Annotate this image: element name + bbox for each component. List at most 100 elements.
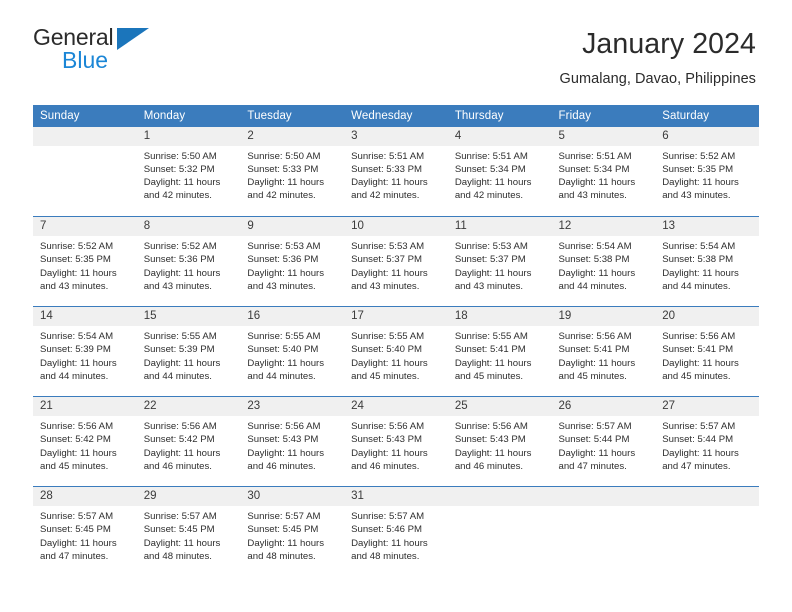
calendar-day-cell[interactable]: 17 Sunrise: 5:55 AM Sunset: 5:40 PM Dayligh… — [344, 306, 448, 397]
calendar-day-cell[interactable]: 8 Sunrise: 5:52 AM Sunset: 5:36 PM Daylight… — [136, 216, 241, 307]
sunrise-text: Sunrise: 5:53 AM — [247, 241, 321, 253]
day-sun-info: Sunrise: 5:56 AM Sunset: 5:41 PM Daylight:… — [552, 326, 656, 383]
logo-text-blue: Blue — [62, 47, 109, 73]
general-blue-logo: General Blue — [33, 26, 163, 82]
calendar-day-cell[interactable]: 16 Sunrise: 5:55 AM Sunset: 5:40 PM Dayligh… — [240, 306, 345, 397]
daylight-text-line1: Daylight: 11 hours — [351, 447, 428, 459]
day-sun-info: Sunrise: 5:55 AM Sunset: 5:41 PM Daylight:… — [448, 326, 552, 383]
calendar-cell-empty — [551, 486, 656, 577]
sunset-text: Sunset: 5:41 PM — [454, 344, 526, 356]
calendar-day-cell[interactable]: 10 Sunrise: 5:53 AM Sunset: 5:37 PM Dayligh… — [344, 216, 448, 307]
calendar-day-cell[interactable]: 20 Sunrise: 5:56 AM Sunset: 5:41 PM Dayligh… — [655, 306, 759, 397]
calendar-day-cell[interactable]: 5 Sunrise: 5:51 AM Sunset: 5:34 PM Daylight… — [551, 126, 656, 217]
calendar-day-cell[interactable]: 24 Sunrise: 5:56 AM Sunset: 5:43 PM Dayligh… — [344, 396, 448, 487]
day-number: 19 — [551, 307, 656, 327]
daylight-text-line1: Daylight: 11 hours — [40, 447, 117, 459]
calendar-day-cell[interactable]: 22 Sunrise: 5:56 AM Sunset: 5:42 PM Dayligh… — [136, 396, 241, 487]
day-sun-info: Sunrise: 5:52 AM Sunset: 5:35 PM Daylight:… — [33, 236, 137, 293]
calendar-day-cell[interactable]: 13 Sunrise: 5:54 AM Sunset: 5:38 PM Dayligh… — [655, 216, 759, 307]
daylight-text-line1: Daylight: 11 hours — [143, 447, 221, 459]
daylight-text-line2: and 43 minutes. — [247, 280, 316, 292]
calendar-day-cell[interactable]: 7 Sunrise: 5:52 AM Sunset: 5:35 PM Daylight… — [33, 216, 137, 307]
calendar-day-cell[interactable]: 14 Sunrise: 5:54 AM Sunset: 5:39 PM Dayligh… — [33, 306, 137, 397]
day-number — [33, 126, 137, 146]
sunrise-text: Sunrise: 5:52 AM — [662, 150, 736, 162]
sunset-text: Sunset: 5:32 PM — [143, 163, 215, 175]
daylight-text-line2: and 44 minutes. — [40, 370, 109, 382]
daylight-text-line1: Daylight: 11 hours — [558, 447, 636, 459]
weekday-header-saturday: Saturday — [655, 104, 759, 127]
calendar-day-cell[interactable]: 30 Sunrise: 5:57 AM Sunset: 5:45 PM Dayligh… — [240, 486, 345, 577]
calendar-day-cell[interactable]: 31 Sunrise: 5:57 AM Sunset: 5:46 PM Dayligh… — [344, 486, 448, 577]
day-sun-info: Sunrise: 5:50 AM Sunset: 5:33 PM Daylight:… — [240, 146, 344, 203]
sunrise-text: Sunrise: 5:57 AM — [143, 511, 217, 523]
daylight-text-line2: and 46 minutes. — [454, 460, 524, 472]
calendar-day-cell[interactable]: 21 Sunrise: 5:56 AM Sunset: 5:42 PM Dayligh… — [33, 396, 137, 487]
daylight-text-line2: and 48 minutes. — [351, 550, 420, 562]
day-sun-info: Sunrise: 5:56 AM Sunset: 5:43 PM Daylight:… — [448, 416, 552, 473]
sunrise-text: Sunrise: 5:55 AM — [247, 331, 321, 343]
weekday-header-thursday: Thursday — [447, 104, 552, 127]
sunset-text: Sunset: 5:42 PM — [40, 434, 111, 446]
calendar-day-cell[interactable]: 29 Sunrise: 5:57 AM Sunset: 5:45 PM Dayligh… — [136, 486, 241, 577]
weekday-header-tuesday: Tuesday — [240, 104, 345, 127]
daylight-text-line1: Daylight: 11 hours — [454, 447, 532, 459]
day-number: 7 — [33, 217, 137, 237]
day-sun-info: Sunrise: 5:51 AM Sunset: 5:34 PM Daylight:… — [552, 146, 656, 203]
calendar-week-row: 14 Sunrise: 5:54 AM Sunset: 5:39 PM Dayligh… — [33, 306, 759, 397]
calendar-day-cell[interactable]: 11 Sunrise: 5:53 AM Sunset: 5:37 PM Dayligh… — [447, 216, 552, 307]
calendar-day-cell[interactable]: 23 Sunrise: 5:56 AM Sunset: 5:43 PM Dayligh… — [240, 396, 345, 487]
sunrise-text: Sunrise: 5:51 AM — [558, 150, 632, 162]
daylight-text-line2: and 45 minutes. — [40, 460, 109, 472]
sunrise-text: Sunrise: 5:56 AM — [454, 421, 528, 433]
daylight-text-line2: and 43 minutes. — [351, 280, 420, 292]
day-sun-info: Sunrise: 5:57 AM Sunset: 5:44 PM Daylight:… — [552, 416, 656, 473]
calendar-header-row: Sunday Monday Tuesday Wednesday Thursday… — [33, 104, 759, 127]
sunset-text: Sunset: 5:39 PM — [40, 344, 111, 356]
daylight-text-line1: Daylight: 11 hours — [143, 357, 221, 369]
daylight-text-line2: and 43 minutes. — [40, 280, 109, 292]
calendar-day-cell[interactable]: 12 Sunrise: 5:54 AM Sunset: 5:38 PM Dayligh… — [551, 216, 656, 307]
day-sun-info: Sunrise: 5:50 AM Sunset: 5:32 PM Daylight:… — [137, 146, 241, 203]
calendar-day-cell[interactable]: 3 Sunrise: 5:51 AM Sunset: 5:33 PM Daylight… — [344, 126, 448, 217]
sunrise-text: Sunrise: 5:50 AM — [143, 150, 217, 162]
calendar-day-cell[interactable]: 9 Sunrise: 5:53 AM Sunset: 5:36 PM Daylight… — [240, 216, 345, 307]
calendar-day-cell[interactable]: 25 Sunrise: 5:56 AM Sunset: 5:43 PM Dayligh… — [447, 396, 552, 487]
calendar-day-cell[interactable]: 28 Sunrise: 5:57 AM Sunset: 5:45 PM Dayligh… — [33, 486, 137, 577]
sunrise-text: Sunrise: 5:50 AM — [247, 150, 321, 162]
day-number: 29 — [136, 487, 241, 507]
calendar-day-cell[interactable]: 15 Sunrise: 5:55 AM Sunset: 5:39 PM Dayligh… — [136, 306, 241, 397]
day-sun-info: Sunrise: 5:53 AM Sunset: 5:37 PM Daylight:… — [344, 236, 448, 293]
day-sun-info: Sunrise: 5:57 AM Sunset: 5:44 PM Daylight:… — [655, 416, 759, 473]
calendar-day-cell[interactable]: 2 Sunrise: 5:50 AM Sunset: 5:33 PM Daylight… — [240, 126, 345, 217]
day-sun-info: Sunrise: 5:55 AM Sunset: 5:39 PM Daylight:… — [137, 326, 241, 383]
day-number: 25 — [447, 397, 552, 417]
daylight-text-line1: Daylight: 11 hours — [143, 537, 221, 549]
calendar-day-cell[interactable]: 18 Sunrise: 5:55 AM Sunset: 5:41 PM Dayligh… — [447, 306, 552, 397]
logo-text-general: General — [33, 24, 114, 50]
day-number: 22 — [136, 397, 241, 417]
day-sun-info: Sunrise: 5:56 AM Sunset: 5:41 PM Daylight:… — [655, 326, 759, 383]
day-sun-info: Sunrise: 5:57 AM Sunset: 5:45 PM Daylight:… — [33, 506, 137, 563]
sunset-text: Sunset: 5:37 PM — [454, 254, 526, 266]
sunrise-text: Sunrise: 5:55 AM — [454, 331, 528, 343]
day-number: 15 — [136, 307, 241, 327]
daylight-text-line1: Daylight: 11 hours — [662, 447, 739, 459]
calendar-day-cell[interactable]: 1 Sunrise: 5:50 AM Sunset: 5:32 PM Daylight… — [136, 126, 241, 217]
calendar-day-cell[interactable]: 26 Sunrise: 5:57 AM Sunset: 5:44 PM Dayligh… — [551, 396, 656, 487]
daylight-text-line2: and 43 minutes. — [662, 190, 731, 202]
day-number: 12 — [551, 217, 656, 237]
calendar-cell-empty — [33, 126, 137, 217]
calendar-day-cell[interactable]: 4 Sunrise: 5:51 AM Sunset: 5:34 PM Daylight… — [447, 126, 552, 217]
calendar-week-row: 21 Sunrise: 5:56 AM Sunset: 5:42 PM Dayligh… — [33, 396, 759, 487]
sunset-text: Sunset: 5:38 PM — [662, 254, 734, 266]
day-number: 21 — [33, 397, 137, 417]
day-number: 18 — [447, 307, 552, 327]
sunrise-text: Sunrise: 5:57 AM — [351, 511, 425, 523]
calendar-day-cell[interactable]: 19 Sunrise: 5:56 AM Sunset: 5:41 PM Dayligh… — [551, 306, 656, 397]
calendar-day-cell[interactable]: 6 Sunrise: 5:52 AM Sunset: 5:35 PM Daylight… — [655, 126, 759, 217]
day-sun-info: Sunrise: 5:52 AM Sunset: 5:36 PM Daylight:… — [137, 236, 241, 293]
day-number: 23 — [240, 397, 345, 417]
day-sun-info: Sunrise: 5:56 AM Sunset: 5:43 PM Daylight:… — [344, 416, 448, 473]
calendar-day-cell[interactable]: 27 Sunrise: 5:57 AM Sunset: 5:44 PM Dayligh… — [655, 396, 759, 487]
